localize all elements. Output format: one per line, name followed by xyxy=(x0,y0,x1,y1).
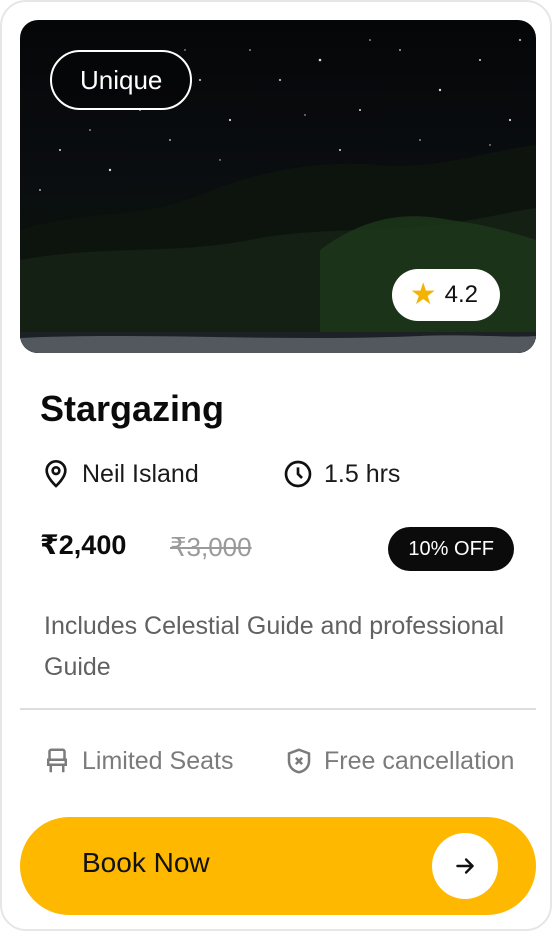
arrow-button[interactable] xyxy=(432,833,498,899)
rating-badge: ★ 4.2 xyxy=(391,269,500,321)
duration-text: 1.5 hrs xyxy=(324,459,401,488)
category-tag: Unique xyxy=(50,50,193,110)
experience-card[interactable]: Unique ★ 4.2 Stargazing Neil Island 1.5 … xyxy=(0,0,552,931)
hero-image: Unique ★ 4.2 xyxy=(20,20,536,353)
experience-title: Stargazing xyxy=(40,388,225,429)
book-now-button[interactable]: Book Now xyxy=(20,817,536,915)
original-price: ₹3,000 xyxy=(170,532,252,562)
star-icon: ★ xyxy=(409,278,437,311)
book-now-label: Book Now xyxy=(82,847,210,878)
cancellation-text: Free cancellation xyxy=(324,746,515,775)
location-text: Neil Island xyxy=(82,459,199,488)
seat-icon xyxy=(47,748,67,773)
feature-free-cancellation: Free cancellation xyxy=(284,746,514,776)
discount-badge: 10% OFF xyxy=(388,527,514,571)
location: Neil Island xyxy=(40,458,199,490)
map-pin-icon xyxy=(45,460,67,488)
clock-icon xyxy=(284,460,312,488)
duration: 1.5 hrs xyxy=(282,458,400,490)
shield-x-icon xyxy=(287,748,311,774)
divider xyxy=(20,708,536,710)
arrow-right-icon xyxy=(456,858,474,874)
current-price: ₹2,400 xyxy=(40,530,127,560)
rating-value: 4.2 xyxy=(444,281,478,308)
description: Includes Celestial Guide and professiona… xyxy=(44,612,504,681)
seats-text: Limited Seats xyxy=(82,746,234,775)
feature-limited-seats: Limited Seats xyxy=(42,746,233,776)
